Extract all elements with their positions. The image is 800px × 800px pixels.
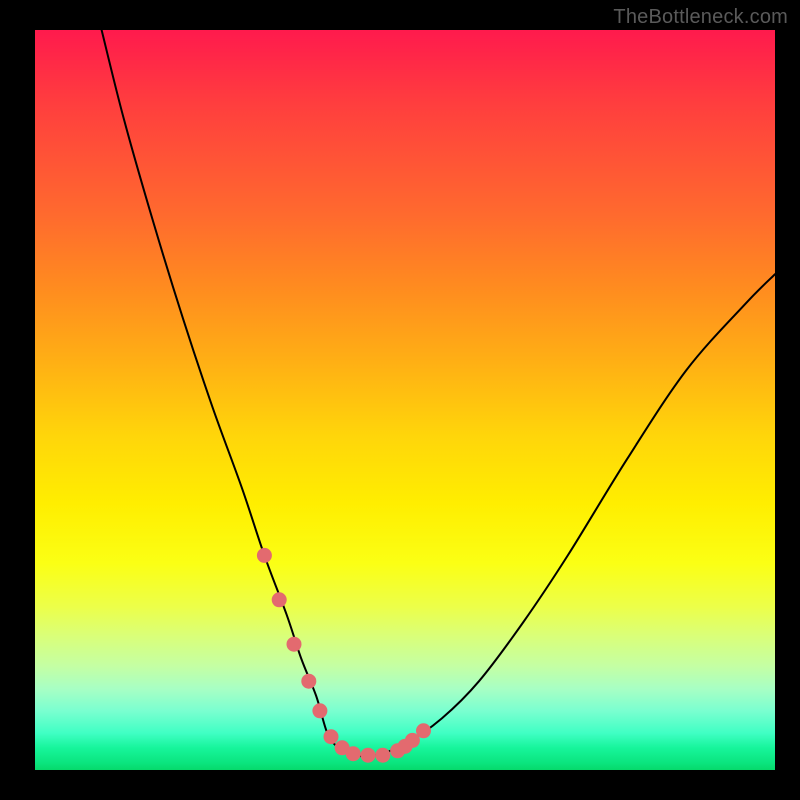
bottleneck-curve-line bbox=[102, 30, 775, 756]
highlight-marker bbox=[301, 674, 316, 689]
highlight-marker bbox=[257, 548, 272, 563]
chart-plot-area bbox=[35, 30, 775, 770]
watermark-text: TheBottleneck.com bbox=[613, 6, 788, 29]
highlight-marker bbox=[272, 592, 287, 607]
highlight-marker bbox=[287, 637, 302, 652]
highlight-marker bbox=[361, 748, 376, 763]
highlight-marker bbox=[375, 748, 390, 763]
highlight-markers bbox=[257, 548, 431, 763]
chart-svg bbox=[35, 30, 775, 770]
highlight-marker bbox=[324, 729, 339, 744]
highlight-marker bbox=[312, 703, 327, 718]
highlight-marker bbox=[416, 723, 431, 738]
highlight-marker bbox=[346, 746, 361, 761]
